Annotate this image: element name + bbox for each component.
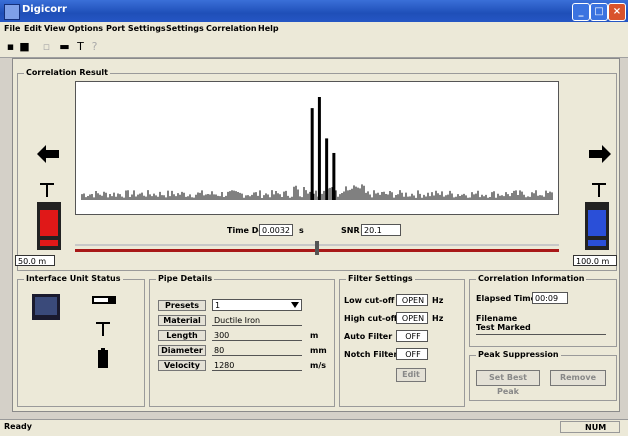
low-cutoff-label: Low cut-off	[344, 296, 395, 305]
correlation-info-group: Correlation Information Elapsed Time 00:…	[469, 274, 617, 347]
notch-filter-label: Notch Filter	[344, 350, 398, 359]
filename-underline	[476, 334, 606, 335]
antenna-icon[interactable]: T	[74, 40, 87, 53]
correlation-result-title: Correlation Result	[24, 68, 110, 77]
left-red-unit-icon	[37, 202, 61, 250]
length-unit: m	[310, 331, 319, 340]
menu-edit[interactable]: Edit	[24, 24, 42, 33]
menu-port-settings[interactable]: Port Settings	[106, 24, 166, 33]
presets-button[interactable]: Presets	[158, 300, 206, 311]
right-distance-field: 100.0 m	[573, 255, 617, 266]
interface-unit-group: Interface Unit Status	[17, 274, 145, 407]
menu-correlation[interactable]: Correlation	[206, 24, 257, 33]
title-bar	[0, 0, 628, 22]
help-icon[interactable]: ?	[88, 40, 101, 53]
correlation-plot[interactable]	[75, 81, 559, 215]
left-distance-field: 50.0 m	[15, 255, 55, 266]
app-icon	[4, 4, 20, 20]
high-cutoff-field[interactable]: OPEN	[396, 312, 428, 324]
diameter-field[interactable]: 80	[212, 345, 302, 356]
snr-label: SNR	[341, 226, 360, 235]
snr-field: 20.1	[361, 224, 401, 236]
window-title: Digicorr	[22, 4, 67, 15]
length-button[interactable]: Length	[158, 330, 206, 341]
interface-unit-icon	[32, 294, 60, 320]
presets-select[interactable]: 1	[212, 299, 302, 311]
velocity-field[interactable]: 1280	[212, 360, 302, 371]
copy-icon[interactable]: ▫	[40, 40, 53, 53]
menu-settings[interactable]: Settings	[166, 24, 204, 33]
menu-view[interactable]: View	[44, 24, 66, 33]
filter-settings-group: Filter Settings Low cut-off OPEN Hz High…	[339, 274, 465, 407]
menu-file[interactable]: File	[4, 24, 20, 33]
toolbar: ▪ ■ ▫ ▬ T ?	[0, 37, 628, 58]
filter-settings-title: Filter Settings	[346, 274, 415, 283]
velocity-unit: m/s	[310, 361, 327, 370]
high-cutoff-label: High cut-off	[344, 314, 398, 323]
pipe-details-group: Pipe Details Presets 1 Material Ductile …	[149, 274, 335, 407]
interface-unit-title: Interface Unit Status	[24, 274, 123, 283]
time-delay-unit: s	[299, 226, 304, 235]
peak-suppression-group: Peak Suppression Set Best Peak Remove	[469, 350, 617, 401]
peak-suppression-title: Peak Suppression	[476, 350, 561, 359]
menu-bar: File Edit View Options Port Settings Set…	[0, 22, 628, 37]
correlation-info-title: Correlation Information	[476, 274, 587, 283]
remove-button[interactable]: Remove	[550, 370, 606, 386]
velocity-button[interactable]: Velocity	[158, 360, 206, 371]
status-panel: NUM	[560, 421, 620, 433]
status-text: Ready	[4, 422, 32, 431]
auto-filter-field[interactable]: OFF	[396, 330, 428, 342]
battery-icon	[98, 348, 108, 368]
signal-antenna-icon	[96, 322, 110, 336]
minimize-button[interactable]: _	[572, 3, 590, 21]
material-field[interactable]: Ductile Iron	[212, 315, 302, 326]
right-antenna-icon	[592, 183, 606, 197]
num-lock-indicator: NUM	[585, 423, 607, 432]
set-best-peak-button[interactable]: Set Best Peak	[476, 370, 540, 396]
maximize-button[interactable]: □	[590, 3, 608, 21]
material-button[interactable]: Material	[158, 315, 206, 326]
status-bar: Ready NUM	[0, 419, 628, 436]
filename-value: Test Marked	[476, 323, 531, 332]
auto-filter-label: Auto Filter	[344, 332, 393, 341]
correlation-chart	[81, 96, 553, 200]
save-icon[interactable]: ■	[18, 40, 31, 53]
left-antenna-icon	[40, 183, 54, 197]
high-cutoff-unit: Hz	[432, 314, 444, 323]
filename-label: Filename	[476, 314, 518, 323]
close-button[interactable]: ×	[608, 3, 626, 21]
menu-help[interactable]: Help	[258, 24, 279, 33]
main-panel: Correlation Result 50.0 m 100.0 m Time D…	[12, 58, 620, 412]
disk-icon[interactable]: ▪	[4, 40, 17, 53]
diameter-button[interactable]: Diameter	[158, 345, 206, 356]
elapsed-time-label: Elapsed Time	[476, 294, 536, 303]
menu-options[interactable]: Options	[68, 24, 103, 33]
print-icon[interactable]: ▬	[58, 40, 71, 53]
slider-thumb[interactable]	[315, 241, 319, 255]
length-field[interactable]: 300	[212, 330, 302, 341]
time-delay-field: 0.0032	[259, 224, 293, 236]
notch-filter-field[interactable]: OFF	[396, 348, 428, 360]
diameter-unit: mm	[310, 346, 327, 355]
right-blue-unit-icon	[585, 202, 609, 250]
left-arrow-icon[interactable]	[37, 145, 59, 163]
pipe-details-title: Pipe Details	[156, 274, 215, 283]
low-cutoff-unit: Hz	[432, 296, 444, 305]
battery-bar-icon	[92, 296, 116, 304]
low-cutoff-field[interactable]: OPEN	[396, 294, 428, 306]
elapsed-time-field: 00:09	[532, 292, 568, 304]
edit-button[interactable]: Edit	[396, 368, 426, 382]
right-arrow-icon[interactable]	[589, 145, 611, 163]
chevron-down-icon[interactable]	[291, 302, 299, 308]
